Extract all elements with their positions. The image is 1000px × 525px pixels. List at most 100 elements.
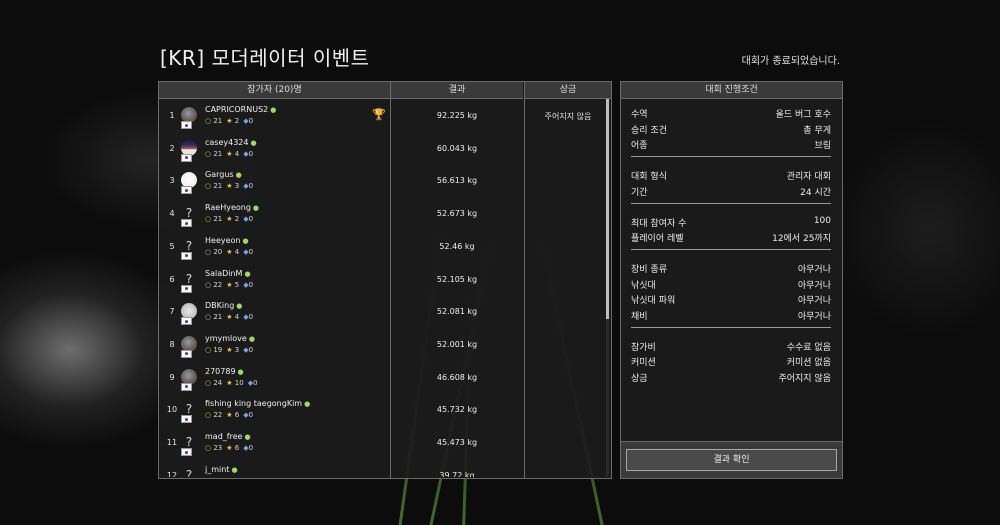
player-gems: 0 xyxy=(248,411,254,420)
level-circle-icon: ○ xyxy=(205,313,212,322)
player-name[interactable]: 270789 ● xyxy=(205,367,244,376)
table-row[interactable]: 11? mad_free ● ○ 23 ★ 6 ◆0 45.473 kg xyxy=(159,428,604,461)
player-stars: 4 xyxy=(234,247,240,256)
online-dot-icon: ● xyxy=(250,138,257,147)
condition-label: 최대 참여자 수 xyxy=(631,218,687,229)
player-stars: 5 xyxy=(234,280,240,289)
player-name[interactable]: ymymlove ● xyxy=(205,334,255,343)
table-row[interactable]: 10? fishing king taegongKim ● ○ 22 ★ 6 ◆0 45.7… xyxy=(159,395,604,428)
table-row[interactable]: 5? Heeyeon ● ○ 20 ★ 4 ◆0 52.46 kg xyxy=(159,232,604,265)
player-stars: 4 xyxy=(234,313,240,322)
korea-flag-icon xyxy=(181,121,192,129)
scrollbar-thumb[interactable] xyxy=(606,99,609,319)
star-icon: ★ xyxy=(226,411,233,420)
condition-label: 수역 xyxy=(631,110,648,120)
player-gems: 0 xyxy=(248,345,254,354)
table-row[interactable]: 3 Gargus ● ○ 21 ★ 3 ◆0 56.613 kg xyxy=(159,166,604,199)
player-stats: ○ 22 ★ 5 ◆0 xyxy=(205,281,253,289)
player-name-text: 270789 xyxy=(205,366,236,376)
player-stars: 2 xyxy=(234,215,240,224)
table-row[interactable]: 8 ymymlove ● ○ 19 ★ 3 ◆0 52.001 kg xyxy=(159,330,604,363)
korea-flag-icon xyxy=(181,186,192,195)
player-stats: ○ 22 ★ 6 ◆0 xyxy=(205,411,253,419)
player-name[interactable]: Heeyeon ● xyxy=(205,236,249,245)
condition-value: 수수료 없음 xyxy=(786,342,831,353)
player-name[interactable]: casey4324 ● xyxy=(205,138,257,147)
player-name[interactable]: SalaDinM ● xyxy=(205,269,251,278)
player-stars: 3 xyxy=(234,182,240,191)
player-name[interactable]: DBKing ● xyxy=(205,301,242,310)
table-row[interactable]: 1 CAPRICORNUS2 ● ○ 21 ★ 2 ◆0 🏆 92.225 kg 주어지지 않음 xyxy=(159,101,604,134)
section-divider xyxy=(631,156,831,158)
online-dot-icon: ● xyxy=(252,204,260,213)
player-level: 21 xyxy=(213,215,223,224)
result-weight: 52.673 kg xyxy=(436,209,478,219)
rank-number: 12 xyxy=(166,470,178,477)
player-gems: 0 xyxy=(248,313,254,322)
condition-label: 플레이어 레벨 xyxy=(631,234,684,245)
result-weight: 60.043 kg xyxy=(436,143,478,153)
player-name[interactable]: fishing king taegongKim ● xyxy=(205,399,310,408)
player-name[interactable]: Gargus ● xyxy=(205,170,242,179)
check-results-button[interactable]: 결과 확인 xyxy=(626,449,837,471)
player-stars: 10 xyxy=(234,378,244,387)
player-stars: 6 xyxy=(234,411,240,420)
star-icon: ★ xyxy=(226,149,233,158)
player-name-text: fishing king taegongKim xyxy=(205,399,303,409)
player-stars: 6 xyxy=(234,444,240,452)
player-name[interactable]: j_mint ● xyxy=(205,465,238,474)
player-name-text: Gargus xyxy=(205,170,234,180)
result-weight: 39.72 kg xyxy=(439,470,475,477)
player-gems: 0 xyxy=(248,247,254,256)
level-circle-icon: ○ xyxy=(205,182,212,191)
result-weight: 46.608 kg xyxy=(436,372,478,382)
player-stars: 3 xyxy=(234,345,240,354)
table-row[interactable]: 7 DBKing ● ○ 21 ★ 4 ◆0 52.081 kg xyxy=(159,297,604,330)
star-icon: ★ xyxy=(226,345,233,354)
player-stats: ○ 23 ★ 6 ◆0 xyxy=(205,444,253,452)
player-stats: ○ 21 ★ 2 ◆0 xyxy=(205,117,253,125)
player-name-text: mad_free xyxy=(205,432,243,441)
condition-value: 아무거나 xyxy=(797,280,831,291)
rank-number: 5 xyxy=(169,241,175,251)
table-row[interactable]: 4? RaeHyeong ● ○ 21 ★ 2 ◆0 52.673 kg xyxy=(159,199,604,232)
player-level: 19 xyxy=(213,345,223,354)
condition-row: 참가비 수수료 없음 xyxy=(631,340,831,355)
avatar[interactable]: ? xyxy=(181,467,197,477)
star-icon: ★ xyxy=(226,182,233,191)
player-level: 23 xyxy=(213,444,223,452)
result-weight: 45.473 kg xyxy=(436,438,478,447)
condition-row: 대회 형식 관리자 대회 xyxy=(631,169,831,184)
table-row[interactable]: 12? j_mint ● 39.72 kg xyxy=(159,461,604,477)
korea-flag-icon xyxy=(181,284,192,293)
player-name[interactable]: CAPRICORNUS2 ● xyxy=(205,105,276,114)
online-dot-icon: ● xyxy=(270,106,277,114)
player-gems: 0 xyxy=(253,378,258,387)
player-gems: 0 xyxy=(248,444,254,452)
conditions-footer: 결과 확인 xyxy=(621,441,842,478)
player-stars: 2 xyxy=(234,117,240,125)
korea-flag-icon xyxy=(181,448,192,456)
player-level: 22 xyxy=(213,411,223,420)
player-name-text: Heeyeon xyxy=(205,235,241,245)
player-name[interactable]: mad_free ● xyxy=(205,432,251,441)
player-gems: 0 xyxy=(248,182,254,191)
result-weight: 52.081 kg xyxy=(436,307,478,317)
result-weight: 52.105 kg xyxy=(436,274,478,284)
prize-value: 주어지지 않음 xyxy=(544,112,592,121)
player-name[interactable]: RaeHyeong ● xyxy=(205,203,259,212)
section-divider xyxy=(631,248,831,250)
player-level: 22 xyxy=(213,280,223,289)
rank-number: 4 xyxy=(169,209,175,219)
player-stars: 4 xyxy=(234,149,240,158)
conditions-panel: 대회 진행조건 수역 올드 버그 호수 승리 조건 총 무게 어종 브림 대회 형식 관리자 … xyxy=(620,81,843,479)
online-dot-icon: ● xyxy=(236,302,243,311)
player-name-text: RaeHyeong xyxy=(205,203,251,213)
condition-value: 12에서 25까지 xyxy=(772,234,831,245)
table-row[interactable]: 2 casey4324 ● ○ 21 ★ 4 ◆0 60.043 kg xyxy=(159,134,604,167)
online-dot-icon: ● xyxy=(235,171,242,180)
table-row[interactable]: 9 270789 ● ○ 24 ★ 10 ◆0 46.608 kg xyxy=(159,363,604,396)
condition-row: 승리 조건 총 무게 xyxy=(631,123,831,138)
condition-value: 24 시간 xyxy=(800,187,831,198)
table-row[interactable]: 6? SalaDinM ● ○ 22 ★ 5 ◆0 52.105 kg xyxy=(159,265,604,298)
